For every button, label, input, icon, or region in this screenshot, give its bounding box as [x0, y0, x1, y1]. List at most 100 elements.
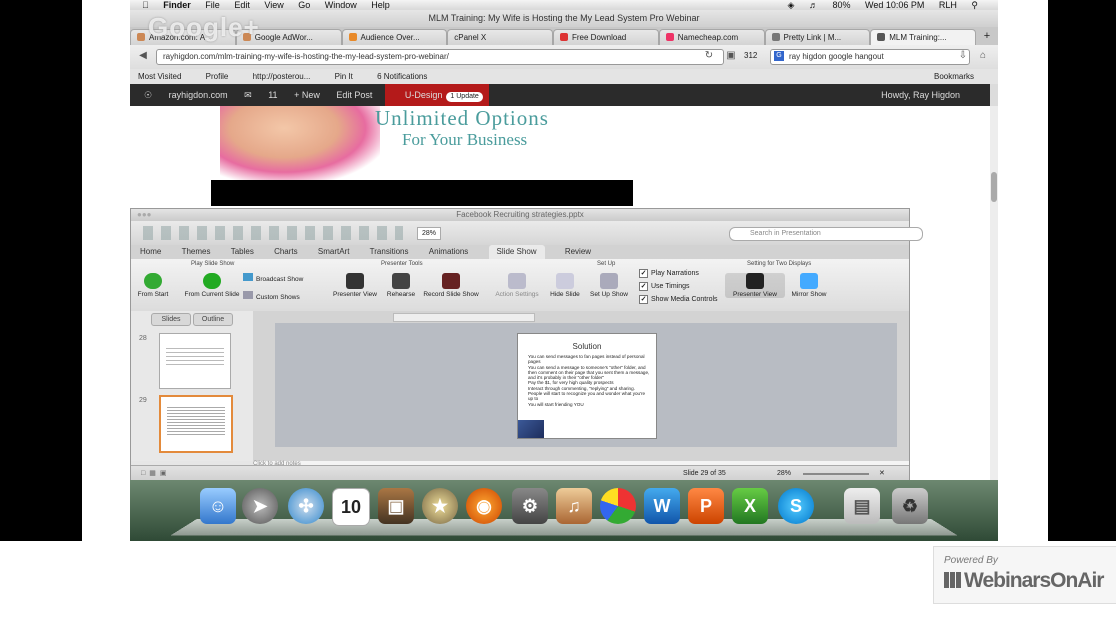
tab-home[interactable]: Home [140, 245, 161, 259]
chrome-icon[interactable] [600, 488, 636, 524]
window-controls[interactable]: ●●● [137, 209, 152, 221]
slides-pane: Slides Outline 28 29 [131, 311, 254, 461]
powerpoint-icon[interactable]: P [688, 488, 724, 524]
user-name[interactable]: RLH [939, 0, 957, 10]
use-timings-checkbox[interactable]: ✓ Use Timings [639, 282, 690, 291]
menu-file[interactable]: File [205, 0, 220, 10]
apple-icon[interactable]:  [142, 0, 149, 10]
udesign-menu[interactable]: U-Design 1 Update [384, 84, 489, 106]
launchpad-icon[interactable]: ➤ [242, 488, 278, 524]
address-bar[interactable]: rayhigdon.com/mlm-training-my-wife-is-ho… [156, 49, 724, 65]
excel-icon[interactable]: X [732, 488, 768, 524]
system-preferences-icon[interactable]: ⚙ [512, 488, 548, 524]
menu-view[interactable]: View [264, 0, 283, 10]
broadcast-icon [243, 273, 253, 281]
safari-icon[interactable]: ✣ [288, 488, 324, 524]
mirror-show-button[interactable]: Mirror Show [779, 273, 839, 298]
tab-review[interactable]: Review [565, 245, 591, 259]
bookmark-most-visited[interactable]: Most Visited [138, 69, 181, 84]
tab-mlm-training[interactable]: MLM Training:... [870, 29, 976, 46]
howdy-account[interactable]: Howdy, Ray Higdon [881, 84, 960, 106]
menu-window[interactable]: Window [325, 0, 357, 10]
finder-icon[interactable]: ☺ [200, 488, 236, 524]
webinars-onair-badge: Powered By WebinarsOnAir [933, 546, 1116, 604]
tab-charts[interactable]: Charts [274, 245, 298, 259]
battery-level[interactable]: 80% [832, 0, 850, 10]
volume-icon[interactable]: ♬ [809, 0, 818, 10]
tab-slide-show[interactable]: Slide Show [488, 245, 545, 259]
skype-icon[interactable]: S [778, 488, 814, 524]
tab-cpanel[interactable]: cPanel X [447, 29, 553, 46]
bookmark-notifications[interactable]: 6 Notifications [377, 69, 427, 84]
tab-pretty-link[interactable]: Pretty Link | M... [764, 29, 871, 46]
zoom-field[interactable]: 28% [417, 227, 441, 240]
bookmark-pin-it[interactable]: Pin It [335, 69, 353, 84]
play-narrations-checkbox[interactable]: ✓ Play Narrations [639, 269, 699, 278]
show-media-controls-checkbox[interactable]: ✓ Show Media Controls [639, 295, 718, 304]
scrollbar-thumb[interactable] [991, 172, 997, 202]
pane-tab-slides[interactable]: Slides [151, 313, 191, 326]
current-slide[interactable]: Solution You can send messages to fan pa… [517, 333, 657, 439]
garageband-icon[interactable]: ♫ [556, 488, 592, 524]
menu-go[interactable]: Go [298, 0, 310, 10]
clock[interactable]: Wed 10:06 PM [865, 0, 924, 10]
browser-titlebar: MLM Training: My Wife is Hosting the My … [130, 10, 998, 27]
custom-shows-button[interactable]: Custom Shows [243, 291, 323, 301]
menu-help[interactable]: Help [371, 0, 390, 10]
bookmarks-menu[interactable]: Bookmarks [934, 69, 974, 84]
ppt-search-input[interactable]: Search in Presentation [729, 227, 923, 241]
reload-icon[interactable]: ↻ [702, 50, 716, 62]
download-icon[interactable]: ⇩ [956, 50, 970, 62]
from-start-button[interactable]: From Start [130, 273, 183, 298]
tab-audience[interactable]: Audience Over... [341, 29, 448, 46]
presenter-view-2-button[interactable]: Presenter View [725, 273, 785, 298]
from-current-button[interactable]: From Current Slide [179, 273, 245, 298]
back-button[interactable]: ◀ [136, 50, 150, 62]
wifi-icon[interactable]: ◈ [788, 0, 795, 10]
favicon-icon [137, 33, 145, 41]
word-icon[interactable]: W [644, 488, 680, 524]
new-tab-button[interactable]: + [976, 27, 998, 45]
record-slide-show-button[interactable]: Record Slide Show [421, 273, 481, 298]
search-engine-icon[interactable]: G [774, 51, 784, 61]
comments-link[interactable]: ✉ 11 [244, 84, 277, 106]
bookmark-posterous[interactable]: http://posterou... [253, 69, 311, 84]
action-icon [508, 273, 526, 289]
tab-namecheap[interactable]: Namecheap.com [658, 29, 765, 46]
tab-transitions[interactable]: Transitions [370, 245, 409, 259]
admin-site-link[interactable]: rayhigdon.com [169, 84, 228, 106]
search-input[interactable]: ray higdon google hangout [770, 49, 970, 65]
edit-post-link[interactable]: Edit Post [336, 84, 372, 106]
right-margin [998, 0, 1048, 541]
downloads-stack-icon[interactable]: ▤ [844, 488, 880, 524]
wordpress-icon[interactable]: ☉ [144, 84, 152, 106]
firefox-icon[interactable]: ◉ [466, 488, 502, 524]
tab-free-download[interactable]: Free Download [553, 29, 659, 46]
tab-smartart[interactable]: SmartArt [318, 245, 350, 259]
menu-app[interactable]: Finder [163, 0, 191, 10]
bookmark-profile[interactable]: Profile [206, 69, 229, 84]
extension-counter[interactable]: 312 [744, 51, 757, 60]
page-scrollbar[interactable] [990, 106, 998, 486]
presenter-icon [346, 273, 364, 289]
calendar-icon[interactable]: 10 [332, 488, 370, 526]
spotlight-icon[interactable]: ⚲ [971, 0, 978, 10]
menu-edit[interactable]: Edit [234, 0, 250, 10]
slide-thumbnail-28[interactable] [159, 333, 231, 389]
presenter-icon [746, 273, 764, 289]
iphoto-icon[interactable]: ▣ [378, 488, 414, 524]
new-content-link[interactable]: + New [294, 84, 320, 106]
set-up-show-button[interactable]: Set Up Show [579, 273, 639, 298]
tab-animations[interactable]: Animations [429, 245, 469, 259]
zoom-slider[interactable] [803, 473, 869, 475]
tab-themes[interactable]: Themes [182, 245, 211, 259]
broadcast-button[interactable]: Broadcast Show [243, 273, 323, 283]
imovie-icon[interactable]: ★ [422, 488, 458, 524]
toolbar-icons[interactable] [143, 226, 403, 240]
pane-tab-outline[interactable]: Outline [193, 313, 233, 326]
home-icon[interactable]: ⌂ [976, 50, 990, 62]
tab-tables[interactable]: Tables [231, 245, 254, 259]
slide-thumbnail-29[interactable] [159, 395, 233, 453]
trash-icon[interactable]: ♻ [892, 488, 928, 524]
extension-icon[interactable]: ▣ [724, 50, 738, 62]
